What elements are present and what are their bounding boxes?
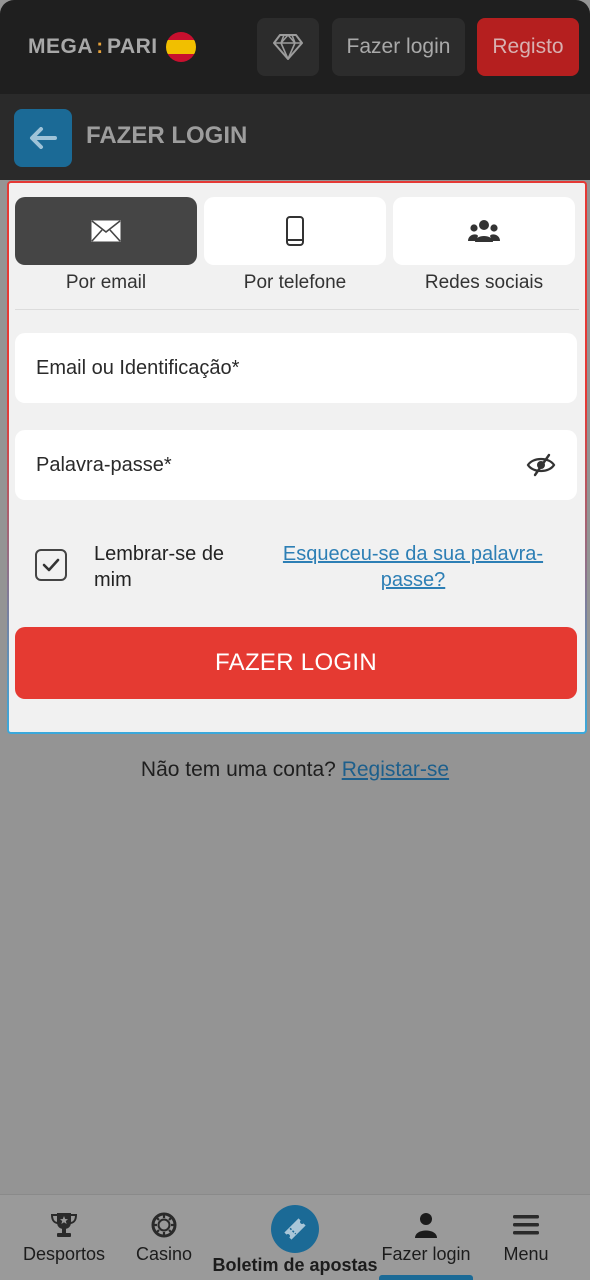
spain-flag-icon [165, 32, 196, 62]
bet-slip-badge [271, 1205, 319, 1253]
email-field-wrapper [15, 333, 577, 403]
nav-menu[interactable]: Menu [486, 1195, 566, 1280]
logo-separator: : [96, 35, 104, 58]
ticket-icon [284, 1218, 306, 1240]
header-login-button[interactable]: Fazer login [332, 18, 465, 76]
checkmark-icon [42, 558, 60, 572]
password-input[interactable] [15, 430, 577, 500]
register-link[interactable]: Registar-se [342, 758, 449, 781]
forgot-password-link[interactable]: Esqueceu-se da sua palavra-passe? [271, 541, 555, 593]
tab-by-email[interactable] [15, 197, 197, 265]
nav-bet-slip[interactable]: Boletim de apostas [212, 1195, 378, 1280]
hamburger-icon [513, 1215, 539, 1235]
eye-slash-icon [526, 453, 556, 477]
tabs-divider [15, 309, 579, 310]
password-field-wrapper [15, 430, 577, 500]
email-input[interactable] [15, 333, 577, 403]
nav-sports-label: Desportos [22, 1244, 106, 1264]
nav-login-label: Fazer login [381, 1244, 471, 1264]
nav-sports[interactable]: Desportos [14, 1195, 114, 1280]
remember-me-checkbox[interactable] [35, 549, 67, 581]
trophy-icon [50, 1213, 78, 1237]
page-header: FAZER LOGIN [0, 94, 590, 180]
back-button[interactable] [14, 109, 72, 167]
bottom-navigation: Desportos Casino Boletim de apostas Faze… [0, 1194, 590, 1280]
nav-bet-slip-label: Boletim de apostas [212, 1255, 378, 1275]
envelope-icon [91, 220, 121, 242]
toggle-password-visibility[interactable] [525, 450, 557, 480]
register-prompt: Não tem uma conta? Registar-se [0, 758, 590, 782]
diamond-icon [273, 34, 303, 60]
smartphone-icon [286, 216, 304, 246]
logo-text-right: PARI [107, 35, 158, 58]
nav-login[interactable]: Fazer login [376, 1195, 476, 1280]
logo-text-left: MEGA [28, 35, 93, 58]
header-register-button[interactable]: Registo [477, 18, 579, 76]
users-icon [468, 220, 500, 242]
arrow-left-icon [30, 127, 57, 149]
nav-menu-label: Menu [503, 1244, 549, 1264]
tab-by-email-label[interactable]: Por email [15, 272, 197, 294]
nav-active-indicator [379, 1275, 473, 1280]
nav-casino-label: Casino [135, 1244, 193, 1264]
tab-social-networks[interactable] [393, 197, 575, 265]
nav-casino[interactable]: Casino [124, 1195, 204, 1280]
vip-diamond-button[interactable] [257, 18, 319, 76]
page-title: FAZER LOGIN [86, 122, 248, 149]
top-bar: MEGA : PARI Fazer login Registo [0, 0, 590, 94]
login-submit-button[interactable]: FAZER LOGIN [15, 627, 577, 699]
remember-me-label[interactable]: Lembrar-se de mim [94, 541, 254, 593]
login-card: Por email Por telefone Redes sociais Ema… [7, 181, 587, 734]
megapari-logo[interactable]: MEGA : PARI [28, 32, 196, 62]
casino-chip-icon [151, 1212, 177, 1238]
register-prompt-text: Não tem uma conta? [140, 758, 336, 781]
user-icon [415, 1213, 437, 1238]
tab-social-networks-label[interactable]: Redes sociais [393, 272, 575, 294]
tab-by-phone-label[interactable]: Por telefone [204, 272, 386, 294]
tab-by-phone[interactable] [204, 197, 386, 265]
